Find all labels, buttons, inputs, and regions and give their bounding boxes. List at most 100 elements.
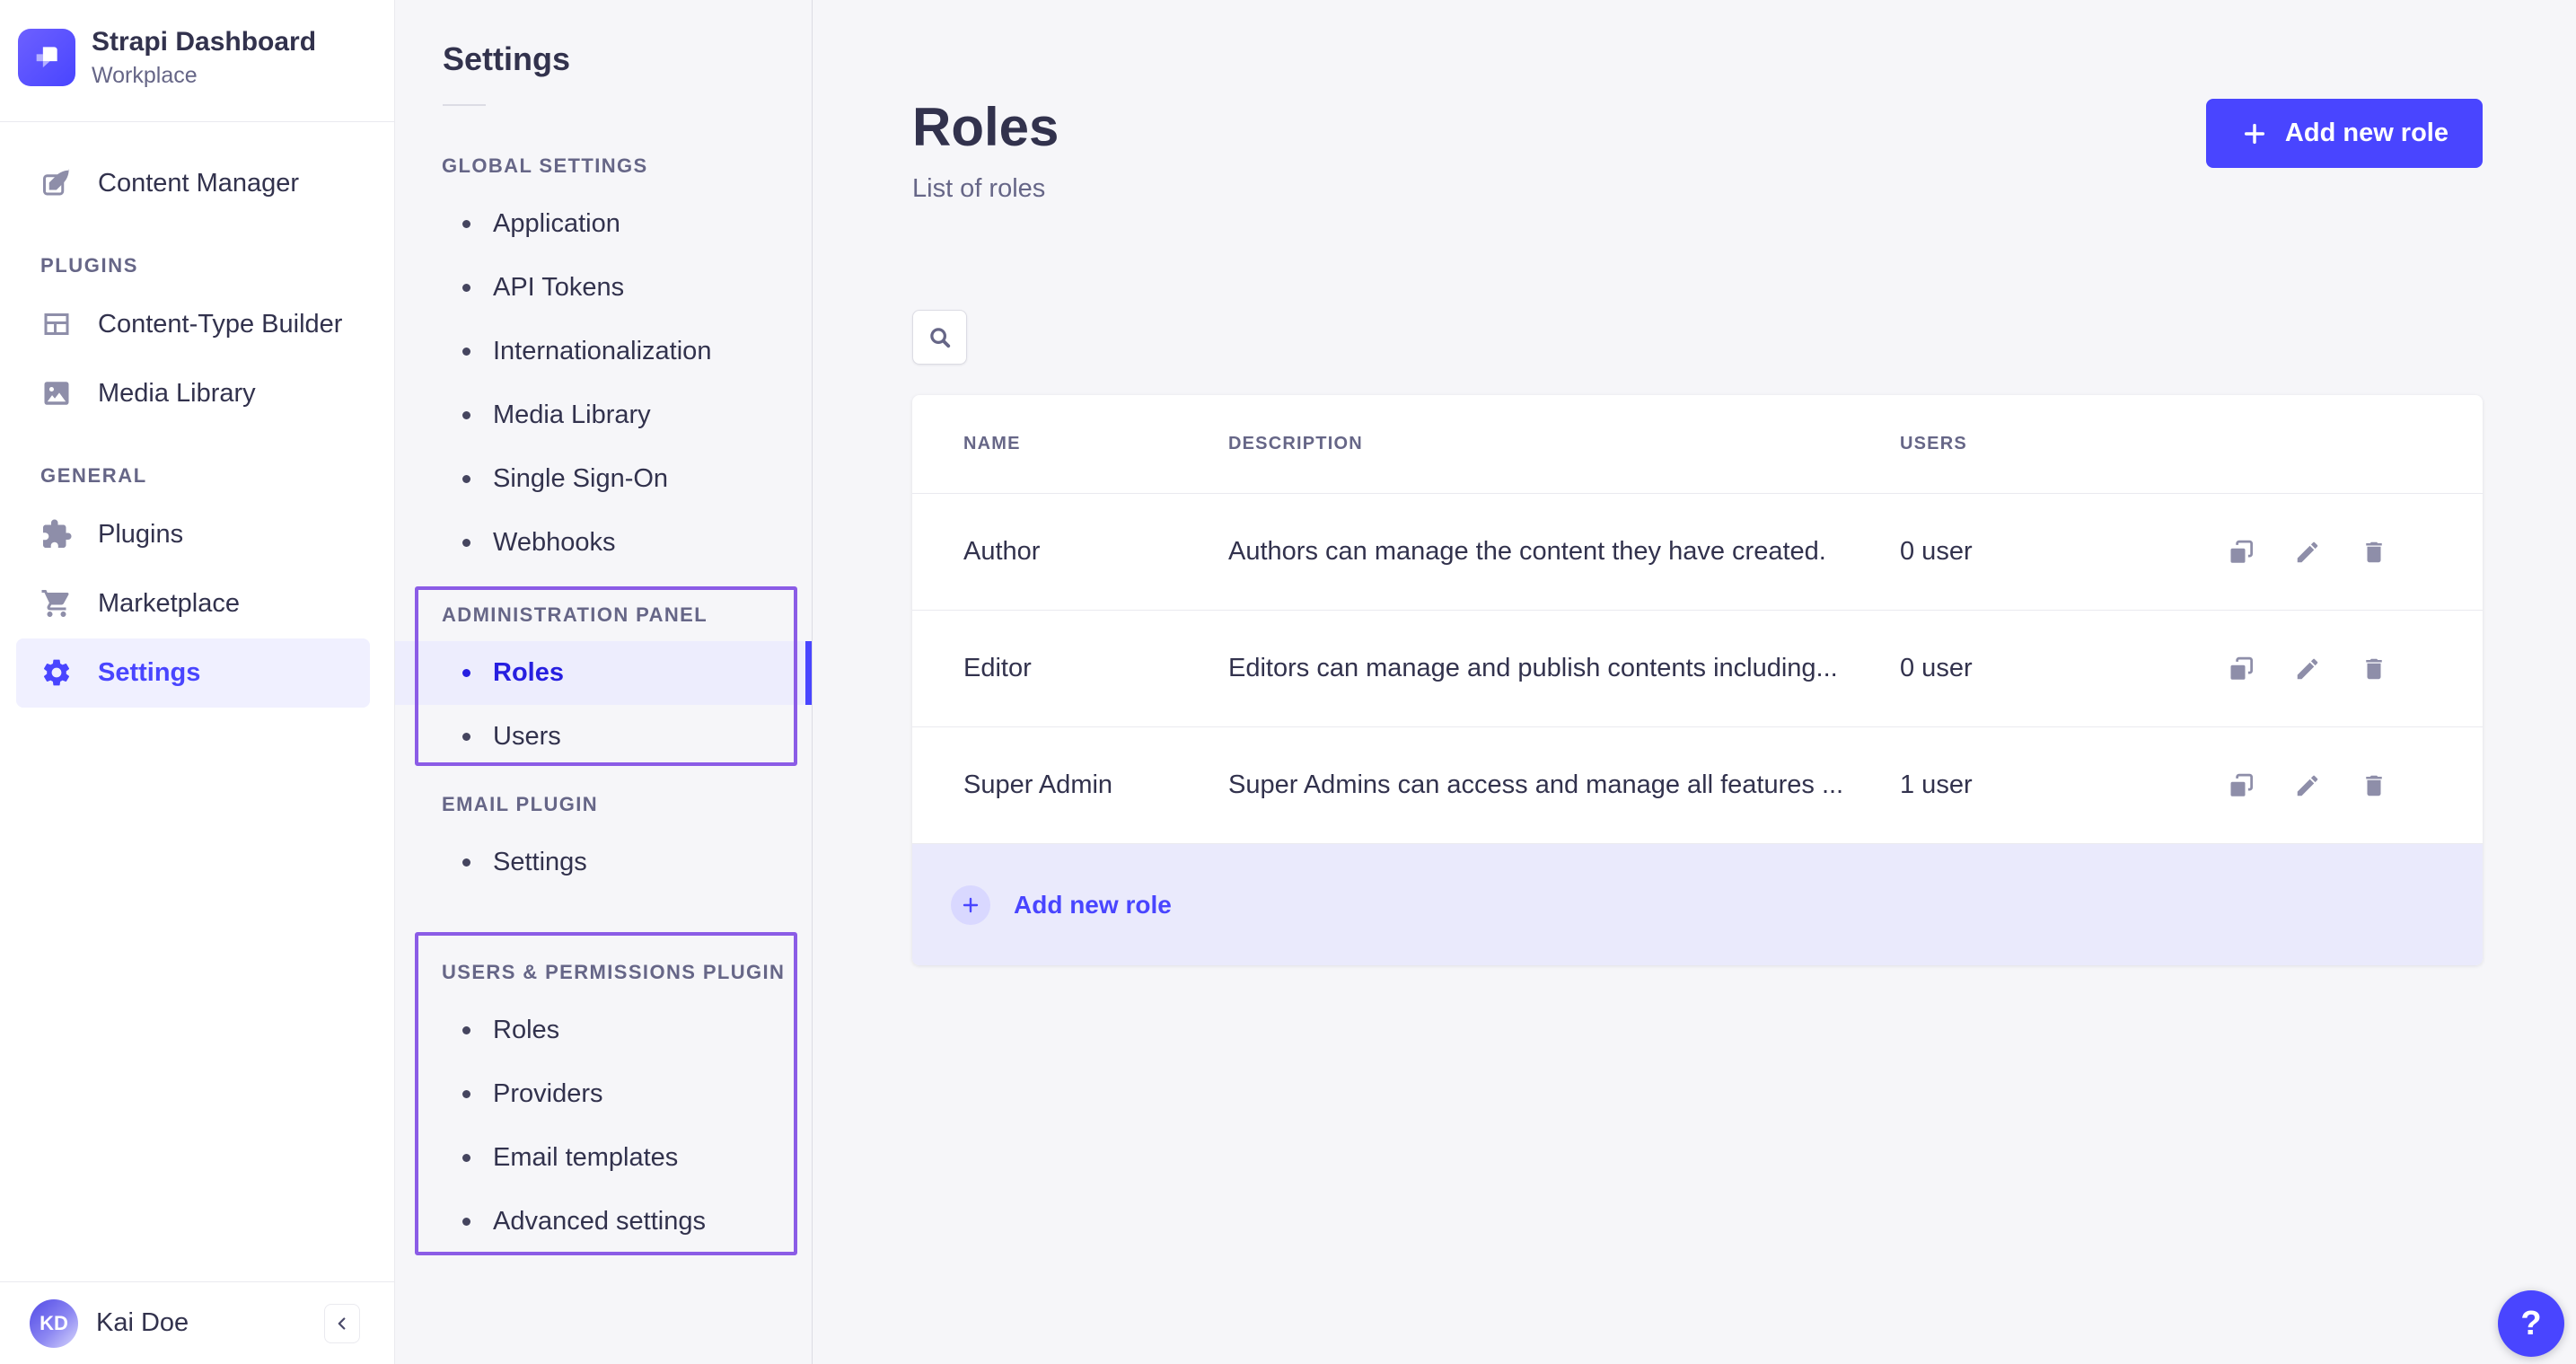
gear-icon xyxy=(40,656,73,689)
sidebar-item-label: Plugins xyxy=(98,520,183,550)
subnav-item-users[interactable]: Users xyxy=(395,705,812,769)
duplicate-role-button[interactable] xyxy=(2227,771,2255,800)
subnav-item-label: Settings xyxy=(493,848,587,877)
table-footer-add-role[interactable]: Add new role xyxy=(912,844,2483,965)
search-icon xyxy=(927,324,954,351)
subnav-item-roles-up[interactable]: Roles xyxy=(395,999,812,1062)
bullet-icon xyxy=(462,539,470,547)
plus-circle-icon xyxy=(951,885,990,925)
subnav-item-media-library[interactable]: Media Library xyxy=(395,383,812,447)
edit-role-button[interactable] xyxy=(2293,538,2322,567)
chevron-left-icon xyxy=(332,1314,352,1333)
edit-role-button[interactable] xyxy=(2293,655,2322,683)
bullet-icon xyxy=(462,475,470,483)
subnav-item-email-templates[interactable]: Email templates xyxy=(395,1126,812,1190)
subnav-item-label: Advanced settings xyxy=(493,1207,706,1236)
subnav-section-users-permissions-plugin: USERS & PERMISSIONS PLUGIN xyxy=(442,961,812,984)
trash-icon xyxy=(2361,656,2387,682)
subnav-item-email-settings[interactable]: Settings xyxy=(395,831,812,894)
sidebar-nav: Content Manager PLUGINS Content-Type Bui… xyxy=(0,122,394,1282)
edit-role-button[interactable] xyxy=(2293,771,2322,800)
table-row-editor[interactable]: Editor Editors can manage and publish co… xyxy=(912,611,2483,727)
collapse-sidebar-button[interactable] xyxy=(324,1304,360,1343)
sidebar-item-label: Settings xyxy=(98,658,200,688)
bullet-icon xyxy=(462,858,470,867)
subnav-item-advanced-settings[interactable]: Advanced settings xyxy=(395,1190,812,1254)
pencil-icon xyxy=(2294,656,2321,682)
subnav-item-label: Webhooks xyxy=(493,528,616,558)
footer-add-role-label: Add new role xyxy=(1014,891,1172,920)
role-name: Editor xyxy=(963,654,1228,683)
subnav-item-application[interactable]: Application xyxy=(395,192,812,256)
subnav-item-label: Providers xyxy=(493,1079,603,1109)
role-description: Authors can manage the content they have… xyxy=(1228,537,1900,567)
bullet-icon xyxy=(462,733,470,741)
sidebar-item-content-type-builder[interactable]: Content-Type Builder xyxy=(16,290,370,359)
delete-role-button[interactable] xyxy=(2360,538,2388,567)
sidebar-item-marketplace[interactable]: Marketplace xyxy=(16,569,370,638)
image-icon xyxy=(40,377,73,409)
role-description: Super Admins can access and manage all f… xyxy=(1228,770,1900,800)
search-button[interactable] xyxy=(912,310,967,365)
avatar[interactable]: KD xyxy=(30,1299,78,1348)
sidebar-item-label: Content-Type Builder xyxy=(98,310,342,339)
delete-role-button[interactable] xyxy=(2360,655,2388,683)
column-header-description: DESCRIPTION xyxy=(1228,434,1900,454)
add-new-role-label: Add new role xyxy=(2285,119,2449,148)
sidebar-item-settings[interactable]: Settings xyxy=(16,638,370,708)
role-name: Author xyxy=(963,537,1228,567)
subnav-item-api-tokens[interactable]: API Tokens xyxy=(395,256,812,320)
table-row-super-admin[interactable]: Super Admin Super Admins can access and … xyxy=(912,727,2483,844)
sidebar-section-plugins: PLUGINS xyxy=(0,254,394,277)
bullet-icon xyxy=(462,669,470,677)
puzzle-icon xyxy=(40,518,73,550)
subnav-item-label: Roles xyxy=(493,1016,559,1045)
role-users-count: 0 user xyxy=(1900,654,2209,683)
bullet-icon xyxy=(462,411,470,419)
subnav-item-providers[interactable]: Providers xyxy=(395,1062,812,1126)
strapi-logo-icon xyxy=(18,29,75,86)
duplicate-icon xyxy=(2228,539,2255,566)
workspace-header[interactable]: Strapi Dashboard Workplace xyxy=(0,0,394,122)
page-subtitle: List of roles xyxy=(912,174,2483,204)
help-button[interactable]: ? xyxy=(2498,1290,2564,1357)
subnav-item-label: Application xyxy=(493,209,620,239)
plus-icon xyxy=(2240,119,2269,148)
sidebar-item-media-library[interactable]: Media Library xyxy=(16,359,370,428)
sidebar-section-general: GENERAL xyxy=(0,464,394,488)
add-new-role-button[interactable]: Add new role xyxy=(2206,99,2483,168)
sidebar-item-content-manager[interactable]: Content Manager xyxy=(16,149,370,218)
subnav-item-webhooks[interactable]: Webhooks xyxy=(395,511,812,575)
duplicate-icon xyxy=(2228,772,2255,799)
sidebar-item-label: Marketplace xyxy=(98,589,240,619)
table-header-row: NAME DESCRIPTION USERS xyxy=(912,395,2483,494)
bullet-icon xyxy=(462,348,470,356)
main-sidebar: Strapi Dashboard Workplace Content Manag… xyxy=(0,0,395,1364)
subnav-item-internationalization[interactable]: Internationalization xyxy=(395,320,812,383)
subnav-item-label: Internationalization xyxy=(493,337,711,366)
bullet-icon xyxy=(462,1218,470,1226)
duplicate-role-button[interactable] xyxy=(2227,655,2255,683)
column-header-users: USERS xyxy=(1900,434,2209,454)
table-row-author[interactable]: Author Authors can manage the content th… xyxy=(912,494,2483,611)
layout-icon xyxy=(40,308,73,340)
duplicate-icon xyxy=(2228,656,2255,682)
duplicate-role-button[interactable] xyxy=(2227,538,2255,567)
subnav-title: Settings xyxy=(443,41,812,77)
bullet-icon xyxy=(462,1090,470,1098)
delete-role-button[interactable] xyxy=(2360,771,2388,800)
trash-icon xyxy=(2361,539,2387,566)
role-name: Super Admin xyxy=(963,770,1228,800)
role-description: Editors can manage and publish contents … xyxy=(1228,654,1900,683)
bullet-icon xyxy=(462,1026,470,1034)
feather-pen-icon xyxy=(40,167,73,199)
main-content: Roles List of roles Add new role NAME DE… xyxy=(813,0,2576,1364)
subnav-item-roles-admin[interactable]: Roles xyxy=(395,641,812,705)
subnav-section-administration-panel: ADMINISTRATION PANEL xyxy=(442,603,812,627)
subnav-item-single-sign-on[interactable]: Single Sign-On xyxy=(395,447,812,511)
sidebar-item-plugins[interactable]: Plugins xyxy=(16,500,370,569)
subnav-item-label: Roles xyxy=(493,658,564,688)
workspace-title: Strapi Dashboard xyxy=(92,27,316,58)
role-users-count: 0 user xyxy=(1900,537,2209,567)
sidebar-item-label: Content Manager xyxy=(98,169,299,198)
